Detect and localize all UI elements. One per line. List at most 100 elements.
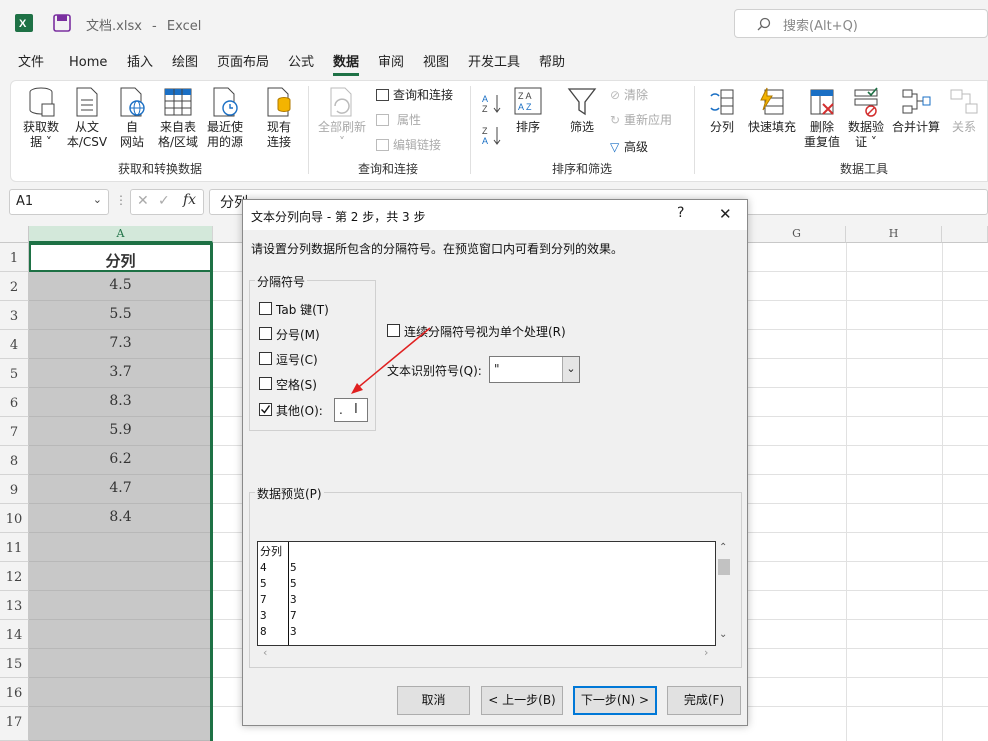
finish-button[interactable]: 完成(F) (667, 686, 741, 715)
comma-checkbox[interactable] (259, 352, 272, 365)
row-header[interactable]: 2 (0, 272, 29, 301)
consolidate-button[interactable]: 合并计算 (890, 86, 942, 135)
name-box[interactable]: A1 ⌄ (9, 189, 109, 215)
text-to-columns-button[interactable]: 分列 (704, 86, 740, 135)
row-header[interactable]: 15 (0, 649, 29, 678)
other-delimiter-input[interactable]: . I (334, 398, 368, 422)
tab-formulas[interactable]: 公式 (288, 54, 314, 76)
row-header[interactable]: 7 (0, 417, 29, 446)
cell-a4[interactable]: 7.3 (29, 330, 212, 359)
save-icon[interactable] (53, 14, 71, 32)
cell-a14[interactable] (29, 620, 212, 649)
cell-a3[interactable]: 5.5 (29, 301, 212, 330)
next-button[interactable]: 下一步(N) > (573, 686, 657, 715)
row-header[interactable]: 16 (0, 678, 29, 707)
properties-button[interactable]: 属性 (376, 112, 421, 128)
row-header[interactable]: 11 (0, 533, 29, 562)
row-header[interactable]: 3 (0, 301, 29, 330)
cell-a11[interactable] (29, 533, 212, 562)
flash-fill-button[interactable]: 快速填充 (746, 86, 798, 135)
column-header-a[interactable]: A (29, 226, 213, 243)
cell-a15[interactable] (29, 649, 212, 678)
row-header[interactable]: 17 (0, 707, 29, 741)
row-header[interactable]: 9 (0, 475, 29, 504)
row-header[interactable]: 14 (0, 620, 29, 649)
row-header[interactable]: 6 (0, 388, 29, 417)
tab-page-layout[interactable]: 页面布局 (217, 54, 269, 76)
cell-a7[interactable]: 5.9 (29, 417, 212, 446)
cell-a2[interactable]: 4.5 (29, 272, 212, 301)
edit-links-button[interactable]: 编辑链接 (376, 137, 441, 153)
enter-check-icon[interactable]: ✓ (158, 193, 170, 209)
qualifier-select[interactable]: " ⌄ (489, 356, 580, 383)
row-header[interactable]: 5 (0, 359, 29, 388)
select-all-corner[interactable] (0, 226, 29, 243)
refresh-all-button[interactable]: 全部刷新 ˅ (314, 86, 370, 150)
from-table-button[interactable]: 来自表 格/区域 (155, 86, 201, 150)
column-header-i[interactable] (942, 226, 988, 243)
close-button[interactable]: ✕ (719, 205, 732, 223)
cancel-button[interactable]: 取消 (397, 686, 470, 715)
reapply-button[interactable]: ↻ 重新应用 (610, 112, 672, 128)
get-data-button[interactable]: 获取数 据 ˅ (18, 86, 64, 150)
tab-data[interactable]: 数据 (333, 54, 360, 76)
from-text-csv-button[interactable]: 从文 本/CSV (64, 86, 110, 150)
semicolon-checkbox[interactable] (259, 327, 272, 340)
tab-developer[interactable]: 开发工具 (468, 54, 520, 76)
clear-filter-button[interactable]: ⊘ 清除 (610, 87, 648, 103)
search-box[interactable]: 搜索(Alt+Q) (734, 9, 988, 38)
cell-a13[interactable] (29, 591, 212, 620)
scroll-up-icon[interactable]: ⌃ (719, 542, 727, 553)
tab-checkbox[interactable] (259, 302, 272, 315)
scroll-down-icon[interactable]: ⌄ (719, 629, 727, 640)
existing-connections-button[interactable]: 现有 连接 (256, 86, 302, 150)
scroll-left-icon[interactable]: ‹ (263, 646, 267, 659)
tab-draw[interactable]: 绘图 (172, 54, 198, 76)
space-checkbox[interactable] (259, 377, 272, 390)
column-header-g[interactable]: G (748, 226, 846, 243)
help-button[interactable]: ? (677, 205, 684, 221)
cell-a9[interactable]: 4.7 (29, 475, 212, 504)
scroll-right-icon[interactable]: › (704, 646, 708, 659)
queries-connections-button[interactable]: 查询和连接 (376, 87, 453, 103)
advanced-filter-button[interactable]: ▽ 高级 (610, 139, 648, 155)
group-label-data-tools: 数据工具 (840, 162, 889, 176)
cell-a6[interactable]: 8.3 (29, 388, 212, 417)
cell-a17[interactable] (29, 707, 212, 741)
tab-help[interactable]: 帮助 (539, 54, 565, 76)
from-web-button[interactable]: 自 网站 (114, 86, 150, 150)
row-header[interactable]: 8 (0, 446, 29, 475)
back-button[interactable]: < 上一步(B) (481, 686, 563, 715)
insert-function-icon[interactable]: fx (183, 192, 196, 208)
filter-button[interactable]: 筛选 (564, 86, 600, 135)
row-header[interactable]: 13 (0, 591, 29, 620)
chevron-down-icon[interactable]: ⌄ (562, 357, 579, 382)
row-header[interactable]: 12 (0, 562, 29, 591)
horizontal-scrollbar[interactable]: ‹ › (257, 646, 716, 662)
cell-a8[interactable]: 6.2 (29, 446, 212, 475)
row-header[interactable]: 10 (0, 504, 29, 533)
cell-a16[interactable] (29, 678, 212, 707)
tab-insert[interactable]: 插入 (127, 54, 153, 76)
tab-review[interactable]: 审阅 (378, 54, 404, 76)
other-checkbox[interactable] (259, 403, 272, 416)
cell-a12[interactable] (29, 562, 212, 591)
relationships-button[interactable]: 关系 (946, 86, 982, 135)
column-header-h[interactable]: H (846, 226, 942, 243)
sort-button[interactable]: Z AA Z 排序 (510, 86, 546, 135)
cell-a1[interactable]: 分列 (29, 243, 212, 272)
recent-sources-button[interactable]: 最近使 用的源 (202, 86, 248, 150)
cell-a5[interactable]: 3.7 (29, 359, 212, 388)
data-validation-button[interactable]: 数据验 证 ˅ (846, 86, 886, 150)
row-header[interactable]: 4 (0, 330, 29, 359)
tab-file[interactable]: 文件 (18, 54, 44, 76)
scrollbar-thumb[interactable] (718, 559, 730, 575)
tab-view[interactable]: 视图 (423, 54, 449, 76)
preview-pane[interactable]: 分列 4 5 5 5 7 3 3 7 8 3 (257, 541, 716, 646)
cancel-icon[interactable]: ✕ (137, 193, 149, 209)
cell-a10[interactable]: 8.4 (29, 504, 212, 533)
tab-home[interactable]: Home (69, 54, 107, 76)
row-header[interactable]: 1 (0, 243, 29, 272)
vertical-scrollbar[interactable]: ⌃ ⌄ (716, 541, 732, 646)
remove-duplicates-button[interactable]: 删除 重复值 (802, 86, 842, 150)
